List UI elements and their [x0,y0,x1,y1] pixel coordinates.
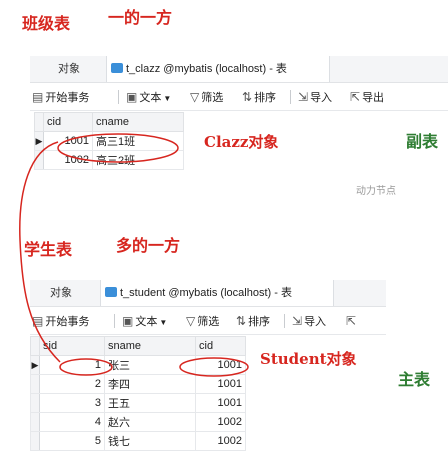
connector-line [19,141,61,363]
hand-drawn-annotations [19,133,249,377]
student-sid-circle [59,358,113,376]
student-cid-circle [179,357,249,377]
clazz-row-circle [57,133,179,163]
